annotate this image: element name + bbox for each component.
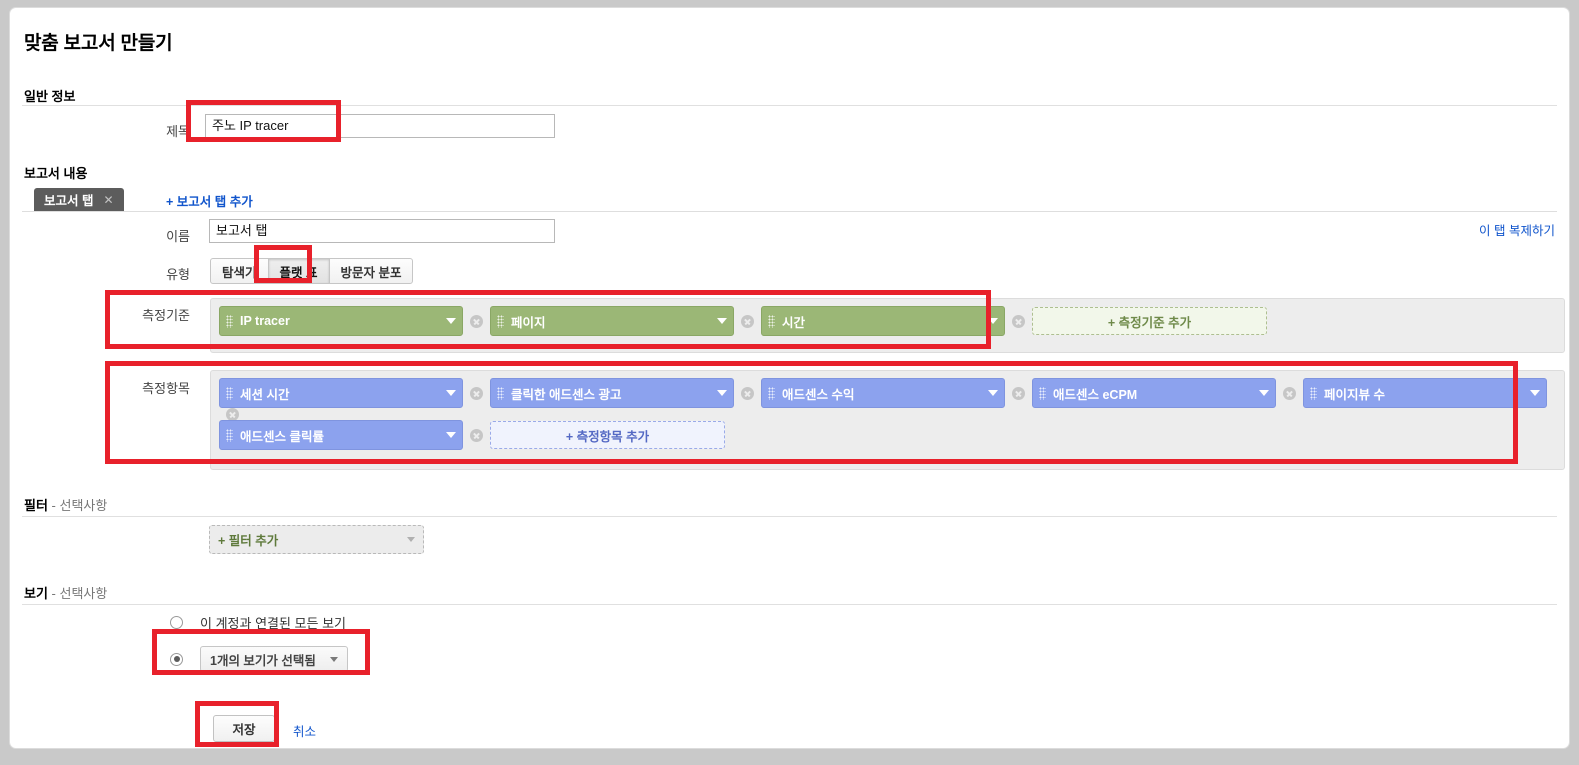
metric-chip-label: 클릭한 애드센스 광고	[511, 387, 622, 402]
metric-chip[interactable]: 클릭한 애드센스 광고	[490, 378, 734, 408]
metric-chip-label: 애드센스 수익	[782, 387, 855, 402]
cancel-link[interactable]: 취소	[293, 721, 316, 740]
metric-chip-label: 애드센스 클릭률	[240, 429, 324, 444]
report-title-input[interactable]	[205, 114, 555, 138]
metric-chip-label: 세션 시간	[240, 387, 290, 402]
tab-type-flat-table[interactable]: 플랫 표	[267, 258, 330, 284]
view-selector-value: 1개의 보기가 선택됨	[210, 653, 316, 668]
add-metric-button[interactable]: + 측정항목 추가	[490, 421, 725, 449]
remove-metric-icon[interactable]	[470, 428, 483, 442]
report-content-heading: 보고서 내용	[24, 166, 88, 181]
chevron-down-icon[interactable]	[1530, 390, 1540, 396]
drag-handle-icon[interactable]	[768, 314, 775, 328]
divider-general	[22, 105, 1557, 106]
dimension-chip-list: IP tracer 페이지 시간 + 측정기준 추가	[219, 306, 1267, 336]
metric-chip-list: 세션 시간 클릭한 애드센스 광고 애드센스 수익 애드센스 eCPM 페이지뷰…	[219, 378, 1559, 421]
remove-metric-icon[interactable]	[470, 386, 483, 400]
tab-type-visitor-distribution[interactable]: 방문자 분포	[328, 258, 414, 284]
filters-heading: 필터 - 선택사항	[24, 495, 107, 514]
filters-optional-text: - 선택사항	[51, 498, 108, 513]
drag-handle-icon[interactable]	[497, 314, 504, 328]
save-button[interactable]: 저장	[213, 715, 275, 742]
dimension-chip[interactable]: 시간	[761, 306, 1005, 336]
metrics-label: 측정항목	[142, 381, 190, 396]
dimensions-label: 측정기준	[142, 308, 190, 323]
add-filter-button[interactable]: + 필터 추가	[209, 525, 424, 554]
remove-dimension-icon[interactable]	[741, 314, 754, 328]
add-dimension-button[interactable]: + 측정기준 추가	[1032, 307, 1267, 335]
chevron-down-icon[interactable]	[446, 318, 456, 324]
chevron-down-icon[interactable]	[1259, 390, 1269, 396]
remove-metric-icon[interactable]	[741, 386, 754, 400]
custom-report-dialog: 맞춤 보고서 만들기 일반 정보 제목 보고서 내용 보고서 탭 ✕ + 보고서…	[10, 8, 1569, 748]
metric-chip-label: 애드센스 eCPM	[1053, 387, 1138, 402]
chevron-down-icon[interactable]	[988, 390, 998, 396]
metric-chip[interactable]: 세션 시간	[219, 378, 463, 408]
drag-handle-icon[interactable]	[226, 428, 233, 442]
view-option-selected-row[interactable]: 1개의 보기가 선택됨	[170, 646, 348, 672]
tab-name-input[interactable]	[209, 219, 555, 243]
tab-name-label: 이름	[166, 229, 190, 244]
tab-type-label: 유형	[166, 267, 190, 282]
metrics-drop-panel[interactable]: 세션 시간 클릭한 애드센스 광고 애드센스 수익 애드센스 eCPM 페이지뷰…	[210, 370, 1565, 470]
metric-chip-list-row2: 애드센스 클릭률 + 측정항목 추가	[219, 420, 725, 450]
remove-metric-icon[interactable]	[1283, 386, 1296, 400]
remove-metric-icon[interactable]	[1012, 386, 1025, 400]
chevron-down-icon[interactable]	[717, 318, 727, 324]
drag-handle-icon[interactable]	[226, 386, 233, 400]
dimension-chip-label: IP tracer	[240, 314, 290, 328]
radio-all-views-label: 이 계정과 연결된 모든 보기	[200, 616, 347, 631]
divider-views	[22, 604, 1557, 605]
drag-handle-icon[interactable]	[1310, 386, 1317, 400]
general-info-heading: 일반 정보	[24, 89, 76, 104]
view-option-all-row[interactable]: 이 계정과 연결된 모든 보기	[170, 613, 346, 632]
metric-chip[interactable]: 애드센스 eCPM	[1032, 378, 1276, 408]
remove-dimension-icon[interactable]	[470, 314, 483, 328]
report-type-segmented-control: 탐색기 플랫 표 방문자 분포	[210, 258, 414, 284]
page-title: 맞춤 보고서 만들기	[24, 33, 173, 54]
chevron-down-icon[interactable]	[988, 318, 998, 324]
metric-chip-label: 페이지뷰 수	[1324, 387, 1385, 402]
chevron-down-icon[interactable]	[329, 656, 338, 662]
report-tab-chip[interactable]: 보고서 탭 ✕	[34, 188, 124, 211]
report-tab-chip-label: 보고서 탭	[44, 194, 94, 208]
views-heading: 보기 - 선택사항	[24, 583, 107, 602]
chevron-down-icon[interactable]	[407, 537, 415, 542]
views-heading-text: 보기	[24, 586, 48, 601]
dimension-chip-label: 시간	[782, 315, 806, 330]
dimension-chip[interactable]: 페이지	[490, 306, 734, 336]
view-selector-dropdown[interactable]: 1개의 보기가 선택됨	[200, 646, 348, 672]
drag-handle-icon[interactable]	[497, 386, 504, 400]
dimension-chip-label: 페이지	[511, 315, 546, 330]
drag-handle-icon[interactable]	[226, 314, 233, 328]
drag-handle-icon[interactable]	[768, 386, 775, 400]
chevron-down-icon[interactable]	[717, 390, 727, 396]
metric-chip[interactable]: 애드센스 클릭률	[219, 420, 463, 450]
chevron-down-icon[interactable]	[446, 432, 456, 438]
add-filter-label: + 필터 추가	[218, 534, 279, 548]
dimension-chip[interactable]: IP tracer	[219, 306, 463, 336]
dimensions-drop-panel[interactable]: IP tracer 페이지 시간 + 측정기준 추가	[210, 298, 1565, 353]
chevron-down-icon[interactable]	[446, 390, 456, 396]
tab-type-explorer[interactable]: 탐색기	[210, 258, 269, 284]
title-field-label: 제목	[166, 124, 190, 139]
metric-chip[interactable]: 애드센스 수익	[761, 378, 1005, 408]
views-optional-text: - 선택사항	[51, 586, 108, 601]
close-icon[interactable]: ✕	[103, 193, 113, 207]
filters-heading-text: 필터	[24, 498, 48, 513]
duplicate-tab-link[interactable]: 이 탭 복제하기	[1479, 220, 1555, 239]
radio-selected-views[interactable]	[170, 652, 183, 666]
radio-all-views[interactable]	[170, 616, 183, 629]
add-report-tab-button[interactable]: + 보고서 탭 추가	[166, 191, 253, 210]
metric-chip[interactable]: 페이지뷰 수	[1303, 378, 1547, 408]
divider-filters	[22, 516, 1557, 517]
drag-handle-icon[interactable]	[1039, 386, 1046, 400]
divider-tabs	[22, 211, 1557, 212]
remove-dimension-icon[interactable]	[1012, 314, 1025, 328]
